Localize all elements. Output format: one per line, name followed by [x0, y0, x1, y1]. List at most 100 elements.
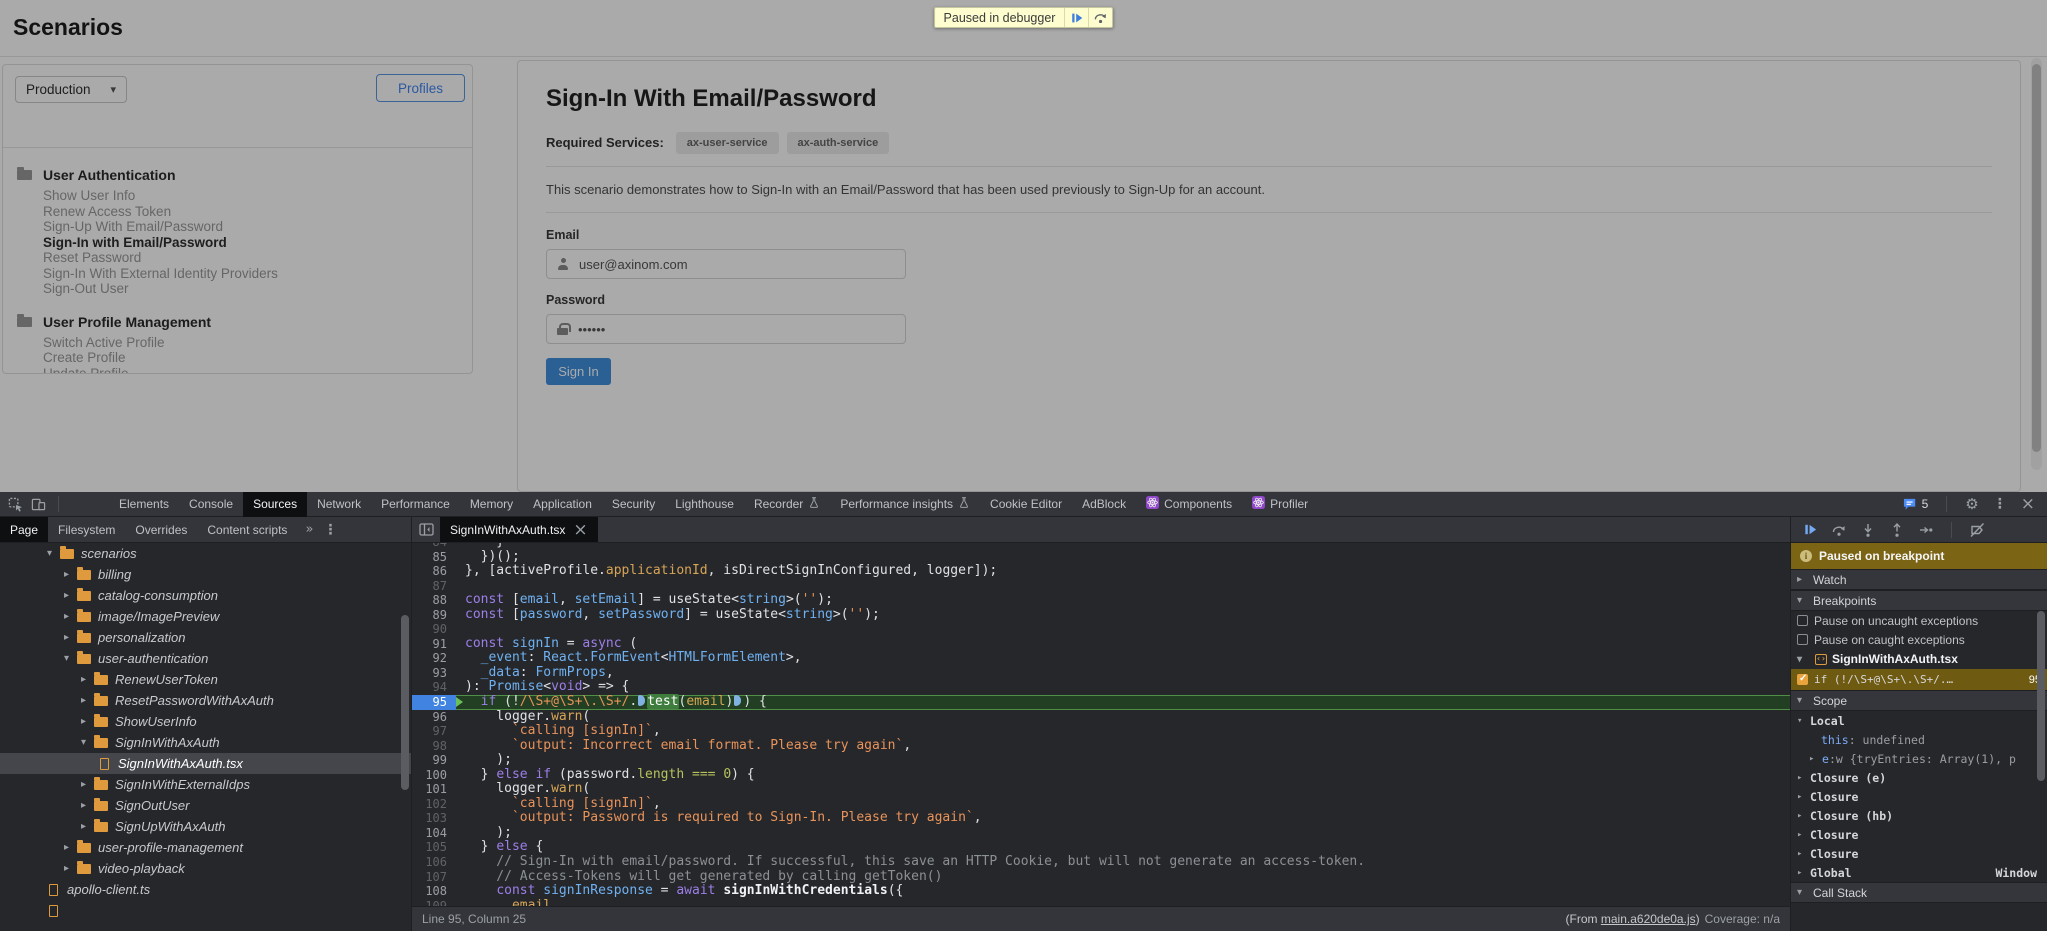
step-out-icon[interactable] [1889, 522, 1905, 538]
device-toolbar-icon[interactable] [31, 497, 46, 512]
scope-row-closure[interactable]: Closure [1791, 787, 2047, 806]
code-line[interactable]: 85 })(); [412, 550, 1790, 565]
deactivate-breakpoints-icon[interactable] [1969, 522, 1985, 538]
sidebar-item-sign-in-with-external-identity-providers[interactable]: Sign-In With External Identity Providers [43, 266, 472, 282]
code-line[interactable]: 100 } else if (password.length === 0) { [412, 768, 1790, 783]
code-line[interactable]: 86}, [activeProfile.applicationId, isDir… [412, 564, 1790, 579]
breakpoint-entry[interactable]: if (!/\S+@\S+\.\S+/.… 95 [1791, 669, 2047, 690]
devtools-tab-lighthouse[interactable]: Lighthouse [665, 492, 744, 517]
code-line[interactable]: 102 `calling [signIn]`, [412, 797, 1790, 812]
code-line[interactable]: 106 // Sign-In with email/password. If s… [412, 855, 1790, 870]
navigator-tab-filesystem[interactable]: Filesystem [48, 517, 125, 542]
code-line[interactable]: 93 _data: FormProps, [412, 666, 1790, 681]
code-line[interactable]: 99 ); [412, 753, 1790, 768]
tree-folder-signupwithaxauth[interactable]: SignUpWithAxAuth [0, 816, 411, 837]
page-scrollbar[interactable] [2031, 58, 2042, 470]
step-marker-icon[interactable] [638, 695, 645, 706]
code-line[interactable]: 104 ); [412, 826, 1790, 841]
sidebar-item-sign-in-with-email-password[interactable]: Sign-In with Email/Password [43, 235, 472, 251]
tree-folder-catalog-consumption[interactable]: catalog-consumption [0, 585, 411, 606]
devtools-tab-performance-insights[interactable]: Performance insights [830, 492, 980, 517]
devtools-tab-memory[interactable]: Memory [460, 492, 523, 517]
file-tree-scrollbar[interactable] [401, 615, 409, 790]
source-file-link[interactable]: main.a620de0a.js [1601, 912, 1696, 926]
tree-folder-showuserinfo[interactable]: ShowUserInfo [0, 711, 411, 732]
devtools-tab-console[interactable]: Console [179, 492, 243, 517]
checkbox-pause-on-uncaught-exceptions[interactable] [1797, 615, 1808, 626]
watch-section-header[interactable]: Watch [1791, 569, 2047, 590]
sidebar-section-header[interactable]: User Authentication [3, 160, 472, 188]
code-line[interactable]: 103 `output: Password is required to Sig… [412, 811, 1790, 826]
navigator-tab-page[interactable]: Page [0, 517, 48, 542]
tree-folder-user-authentication[interactable]: user-authentication [0, 648, 411, 669]
sidebar-item-sign-up-with-email-password[interactable]: Sign-Up With Email/Password [43, 219, 472, 235]
scope-row-local[interactable]: Local [1791, 711, 2047, 730]
scope-row-closure[interactable]: Closure [1791, 844, 2047, 863]
code-line[interactable]: 94): Promise<void> => { [412, 680, 1790, 695]
checkbox-pause-on-caught-exceptions[interactable] [1797, 634, 1808, 645]
tree-folder-signoutuser[interactable]: SignOutUser [0, 795, 411, 816]
tree-folder-resetpasswordwithaxauth[interactable]: ResetPasswordWithAxAuth [0, 690, 411, 711]
breakpoint-file-row[interactable]: SignInWithAxAuth.tsx [1791, 649, 2047, 669]
scope-row-global[interactable]: GlobalWindow [1791, 863, 2047, 882]
tree-file-apollo-client-ts[interactable]: apollo-client.ts [0, 879, 411, 900]
scope-row-closure[interactable]: Closure [1791, 825, 2047, 844]
editor-tab-signinwithaxauth[interactable]: SignInWithAxAuth.tsx [440, 517, 598, 542]
tree-folder-personalization[interactable]: personalization [0, 627, 411, 648]
step-icon[interactable] [1918, 522, 1934, 538]
sidebar-item-renew-access-token[interactable]: Renew Access Token [43, 204, 472, 220]
settings-gear-icon[interactable] [1965, 495, 1978, 513]
resume-script-button[interactable] [1064, 8, 1088, 27]
tree-file-item[interactable] [0, 900, 411, 921]
tree-folder-image-imagepreview[interactable]: image/ImagePreview [0, 606, 411, 627]
step-into-icon[interactable] [1860, 522, 1876, 538]
page-scrollbar-thumb[interactable] [2032, 64, 2041, 452]
navigator-tab-overrides[interactable]: Overrides [125, 517, 197, 542]
code-line[interactable]: 107 // Access-Tokens will get generated … [412, 870, 1790, 885]
more-tabs-icon[interactable] [305, 522, 313, 537]
code-line[interactable]: 105 } else { [412, 840, 1790, 855]
tree-folder-video-playback[interactable]: video-playback [0, 858, 411, 879]
sidebar-item-switch-active-profile[interactable]: Switch Active Profile [43, 335, 472, 351]
step-over-icon[interactable] [1831, 522, 1847, 538]
devtools-tab-application[interactable]: Application [523, 492, 602, 517]
email-input[interactable]: user@axinom.com [546, 249, 906, 279]
devtools-tab-cookie-editor[interactable]: Cookie Editor [980, 492, 1072, 517]
tree-folder-signinwithexternalidps[interactable]: SignInWithExternalIdps [0, 774, 411, 795]
breakpoint-checkbox[interactable] [1797, 674, 1808, 685]
sidebar-item-update-profile[interactable]: Update Profile [43, 366, 472, 375]
code-line[interactable]: 89const [password, setPassword] = useSta… [412, 608, 1790, 623]
step-over-button[interactable] [1088, 8, 1112, 27]
close-tab-icon[interactable] [573, 520, 587, 540]
tree-folder-user-profile-management[interactable]: user-profile-management [0, 837, 411, 858]
navigator-more-options-icon[interactable] [323, 522, 337, 538]
tree-folder-signinwithaxauth[interactable]: SignInWithAxAuth [0, 732, 411, 753]
code-line[interactable]: 90 [412, 622, 1790, 637]
scope-section-header[interactable]: Scope [1791, 690, 2047, 711]
sidebar-section-header[interactable]: User Profile Management [3, 307, 472, 335]
tree-folder-billing[interactable]: billing [0, 564, 411, 585]
sidebar-item-sign-out-user[interactable]: Sign-Out User [43, 281, 472, 297]
code-line[interactable]: 101 logger.warn( [412, 782, 1790, 797]
devtools-tab-profiler[interactable]: Profiler [1242, 492, 1318, 517]
tree-folder-renewusertoken[interactable]: RenewUserToken [0, 669, 411, 690]
close-devtools-icon[interactable] [2021, 494, 2035, 514]
more-options-icon[interactable] [1993, 496, 2007, 512]
devtools-tab-security[interactable]: Security [602, 492, 665, 517]
devtools-tab-elements[interactable]: Elements [109, 492, 179, 517]
code-line[interactable]: 97 `calling [signIn]`, [412, 724, 1790, 739]
resume-script-icon[interactable] [1803, 522, 1818, 537]
devtools-tab-recorder[interactable]: Recorder [744, 492, 830, 517]
tree-folder-scenarios[interactable]: scenarios [0, 543, 411, 564]
sidebar-item-reset-password[interactable]: Reset Password [43, 250, 472, 266]
devtools-tab-components[interactable]: Components [1136, 492, 1242, 517]
sign-in-button[interactable]: Sign In [546, 358, 611, 385]
code-line[interactable]: 87 [412, 579, 1790, 594]
navigator-tab-content-scripts[interactable]: Content scripts [197, 517, 297, 542]
toggle-navigator-icon[interactable] [412, 517, 440, 542]
code-line[interactable]: 91const signIn = async ( [412, 637, 1790, 652]
environment-select[interactable]: Production [15, 76, 127, 103]
code-line[interactable]: 98 `output: Incorrect email format. Plea… [412, 739, 1790, 754]
breakpoints-section-header[interactable]: Breakpoints [1791, 590, 2047, 611]
scope-row-this[interactable]: this: undefined [1791, 730, 2047, 749]
